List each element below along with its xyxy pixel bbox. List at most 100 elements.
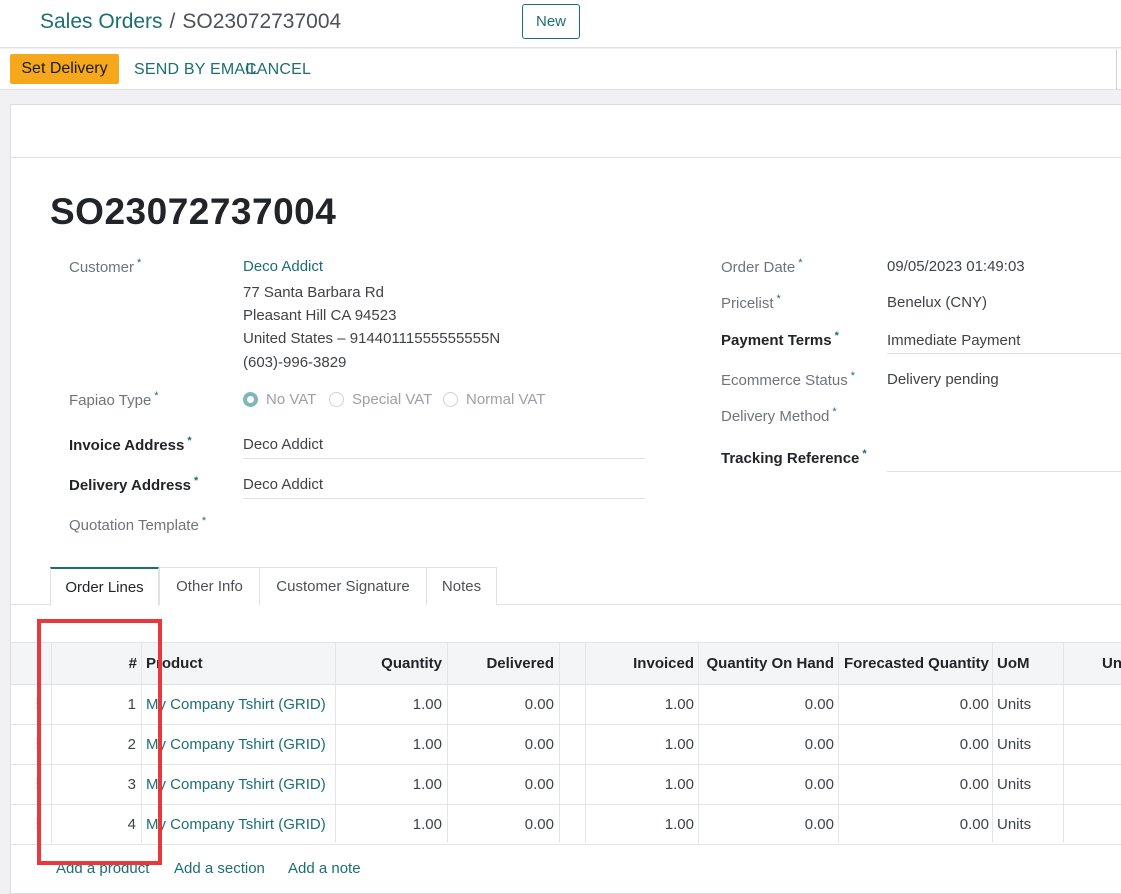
order-date-value: 09/05/2023 01:49:03 <box>887 258 1025 275</box>
cell-quantity[interactable]: 1.00 <box>341 696 442 713</box>
fapiao-option-no-vat[interactable]: No VAT <box>243 391 316 408</box>
add-note-link[interactable]: Add a note <box>288 860 361 877</box>
add-product-link[interactable]: Add a product <box>56 860 149 877</box>
action-bar-divider <box>1116 49 1117 89</box>
cell-quantity-on-hand: 0.00 <box>804 816 834 833</box>
fapiao-type-label: Fapiao Type * <box>69 390 159 409</box>
cancel-button[interactable]: CANCEL <box>245 61 311 79</box>
fapiao-option-normal-vat[interactable]: Normal VAT <box>443 391 545 408</box>
column-header-invoiced[interactable]: Invoiced <box>591 655 694 672</box>
cell-number: 3 <box>127 776 136 793</box>
payment-terms-underline <box>887 353 1121 354</box>
cell-forecasted-quantity: 0.00 <box>959 736 989 753</box>
cell-invoiced: 1.00 <box>664 816 694 833</box>
cell-quantity[interactable]: 1.00 <box>341 736 442 753</box>
cell-number: 2 <box>127 736 136 753</box>
cell-forecasted-quantity: 0.00 <box>959 696 989 713</box>
column-header-quantity[interactable]: Quantity <box>341 655 442 672</box>
breadcrumb-separator: / <box>169 10 176 33</box>
tab-notes[interactable]: Notes <box>426 567 497 605</box>
column-header-delivered[interactable]: Delivered <box>451 655 554 672</box>
table-row[interactable]: ⋮ 3 My Company Tshirt (GRID) 1.00 0.00 1… <box>11 765 1121 805</box>
invoice-address-field[interactable]: Deco Addict <box>243 436 323 453</box>
column-header-forecasted-quantity[interactable]: Forecasted Quantity <box>841 655 989 672</box>
form-sheet: SO23072737004 Customer * Deco Addict 77 S… <box>10 104 1121 894</box>
delivery-address-underline <box>243 498 645 499</box>
cell-delivered[interactable]: 0.00 <box>451 816 554 833</box>
cell-delivered[interactable]: 0.00 <box>451 736 554 753</box>
breadcrumb: Sales Orders / SO23072737004 <box>40 10 341 34</box>
tab-order-lines[interactable]: Order Lines <box>50 567 159 606</box>
table-row[interactable]: ⋮ 4 My Company Tshirt (GRID) 1.00 0.00 1… <box>11 805 1121 845</box>
order-lines-header: # Product Quantity Delivered Invoiced Qu… <box>11 642 1121 685</box>
cell-number: 1 <box>127 696 136 713</box>
order-date-label: Order Date * <box>721 257 803 276</box>
breadcrumb-current: SO23072737004 <box>182 10 342 33</box>
drag-handle-icon[interactable]: ⋮ <box>31 776 43 790</box>
cell-quantity[interactable]: 1.00 <box>341 816 442 833</box>
cell-invoiced: 1.00 <box>664 736 694 753</box>
quotation-template-label: Quotation Template * <box>69 515 207 534</box>
cell-product[interactable]: My Company Tshirt (GRID) <box>146 696 326 713</box>
cell-uom[interactable]: Units <box>997 736 1031 753</box>
table-row[interactable]: ⋮ 1 My Company Tshirt (GRID) 1.00 0.00 1… <box>11 685 1121 725</box>
drag-handle-icon[interactable]: ⋮ <box>31 696 43 710</box>
payment-terms-field[interactable]: Immediate Payment <box>887 332 1020 349</box>
cell-quantity[interactable]: 1.00 <box>341 776 442 793</box>
column-header-quantity-on-hand[interactable]: Quantity On Hand <box>699 655 835 672</box>
delivery-method-label: Delivery Method * <box>721 406 837 425</box>
cell-uom[interactable]: Units <box>997 776 1031 793</box>
customer-name-link[interactable]: Deco Addict <box>243 258 323 275</box>
customer-label: Customer * <box>69 257 142 276</box>
payment-terms-label: Payment Terms * <box>721 330 839 349</box>
ecommerce-status-label: Ecommerce Status * <box>721 370 855 389</box>
tab-customer-signature[interactable]: Customer Signature <box>259 567 427 605</box>
invoice-address-label: Invoice Address * <box>69 435 192 454</box>
drag-handle-icon[interactable]: ⋮ <box>31 816 43 830</box>
radio-empty-icon <box>443 392 458 407</box>
cell-product[interactable]: My Company Tshirt (GRID) <box>146 776 326 793</box>
tracking-reference-label: Tracking Reference * <box>721 448 867 467</box>
cell-delivered[interactable]: 0.00 <box>451 776 554 793</box>
cell-forecasted-quantity: 0.00 <box>959 816 989 833</box>
status-bar <box>11 105 1121 158</box>
cell-quantity-on-hand: 0.00 <box>804 696 834 713</box>
fapiao-option-special-vat[interactable]: Special VAT <box>329 391 432 408</box>
cell-uom[interactable]: Units <box>997 696 1031 713</box>
table-row[interactable]: ⋮ 2 My Company Tshirt (GRID) 1.00 0.00 1… <box>11 725 1121 765</box>
action-bar: Set Delivery SEND BY EMAIL CANCEL <box>0 49 1121 90</box>
column-header-number[interactable]: # <box>101 655 137 672</box>
delivery-address-label: Delivery Address * <box>69 475 199 494</box>
column-header-product[interactable]: Product <box>146 655 203 672</box>
cell-product[interactable]: My Company Tshirt (GRID) <box>146 736 326 753</box>
customer-address-line3: United States – 91440111555555555N <box>243 330 501 347</box>
breadcrumb-sales-orders[interactable]: Sales Orders <box>40 10 163 33</box>
drag-handle-icon[interactable]: ⋮ <box>31 736 43 750</box>
set-delivery-button[interactable]: Set Delivery <box>10 54 119 84</box>
control-panel: Sales Orders / SO23072737004 New <box>0 0 1121 48</box>
tracking-reference-field[interactable] <box>887 471 1121 472</box>
cell-invoiced: 1.00 <box>664 776 694 793</box>
delivery-address-field[interactable]: Deco Addict <box>243 476 323 493</box>
order-title: SO23072737004 <box>50 191 337 232</box>
cell-product[interactable]: My Company Tshirt (GRID) <box>146 816 326 833</box>
column-header-unit-price[interactable]: Un <box>1102 655 1121 672</box>
pricelist-value: Benelux (CNY) <box>887 294 988 311</box>
radio-empty-icon <box>329 392 344 407</box>
send-by-email-button[interactable]: SEND BY EMAIL <box>134 61 259 79</box>
cell-uom[interactable]: Units <box>997 816 1031 833</box>
customer-address-line2: Pleasant Hill CA 94523 <box>243 307 397 324</box>
customer-address-line1: 77 Santa Barbara Rd <box>243 284 384 301</box>
invoice-address-underline <box>243 458 645 459</box>
ecommerce-status-value: Delivery pending <box>887 371 999 388</box>
cell-delivered[interactable]: 0.00 <box>451 696 554 713</box>
cell-invoiced: 1.00 <box>664 696 694 713</box>
add-section-link[interactable]: Add a section <box>174 860 265 877</box>
customer-phone: (603)-996-3829 <box>243 354 347 371</box>
cell-number: 4 <box>127 816 136 833</box>
cell-quantity-on-hand: 0.00 <box>804 736 834 753</box>
tab-other-info[interactable]: Other Info <box>159 567 260 605</box>
column-header-uom[interactable]: UoM <box>997 655 1030 672</box>
radio-selected-icon <box>243 392 258 407</box>
new-button[interactable]: New <box>522 4 580 39</box>
